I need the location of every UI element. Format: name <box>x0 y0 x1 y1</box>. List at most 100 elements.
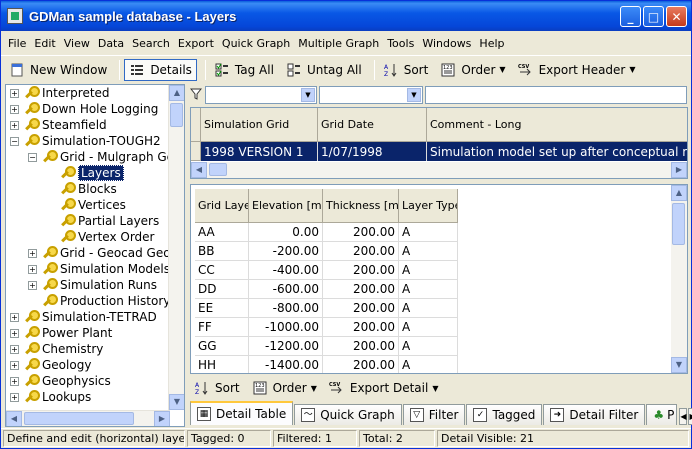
minimize-button[interactable]: _ <box>620 6 641 27</box>
scroll-up-arrow[interactable]: ▲ <box>169 85 184 101</box>
expand-icon[interactable]: + <box>10 120 19 130</box>
table-cell[interactable]: A <box>399 356 458 373</box>
tree-item[interactable]: Blocks <box>46 181 117 197</box>
scroll-left-arrow[interactable]: ◀ <box>191 162 207 178</box>
scroll-thumb[interactable] <box>170 103 183 127</box>
scroll-thumb[interactable] <box>24 412 134 425</box>
untag-all-button[interactable]: Untag All <box>282 59 366 81</box>
table-cell[interactable]: -1200.00 <box>249 337 323 356</box>
tree-item[interactable]: + Simulation-TETRAD <box>10 309 157 325</box>
scroll-down-arrow[interactable]: ▼ <box>169 394 184 410</box>
tree-item[interactable]: + Down Hole Logging <box>10 101 158 117</box>
table-cell[interactable]: 200.00 <box>323 356 399 373</box>
table-cell[interactable]: CC <box>195 261 249 280</box>
tree-item[interactable]: − Simulation-TOUGH2 <box>10 133 161 149</box>
tree-item[interactable]: + Interpreted <box>10 85 110 101</box>
table-row[interactable]: FF -1000.00 200.00 A <box>195 318 458 337</box>
expand-icon[interactable]: + <box>10 344 19 354</box>
menu-search[interactable]: Search <box>129 37 173 50</box>
tab-p[interactable]: ♣ P <box>646 404 678 425</box>
table-cell[interactable]: A <box>399 318 458 337</box>
tab-scroll-right[interactable]: ▶ <box>688 408 692 425</box>
maximize-button[interactable]: □ <box>643 6 664 27</box>
menu-quick-graph[interactable]: Quick Graph <box>219 37 293 50</box>
menu-edit[interactable]: Edit <box>31 37 58 50</box>
tree-item[interactable]: + Lookups <box>10 389 91 405</box>
tab-detail-table[interactable]: ▦ Detail Table <box>190 401 294 425</box>
table-cell[interactable]: -400.00 <box>249 261 323 280</box>
table-cell[interactable]: 0.00 <box>249 223 323 242</box>
expand-icon[interactable]: + <box>10 312 19 322</box>
chevron-down-icon[interactable]: ▼ <box>301 88 315 102</box>
tab-quick-graph[interactable]: 〜 Quick Graph <box>294 404 402 425</box>
collapse-icon[interactable]: − <box>28 152 37 162</box>
menu-data[interactable]: Data <box>95 37 127 50</box>
expand-icon[interactable]: + <box>28 280 37 290</box>
table-cell[interactable]: 1998 VERSION 1 <box>201 142 318 161</box>
tab-scroll-left[interactable]: ◀ <box>679 408 688 425</box>
column-header[interactable]: Grid Layer <box>195 189 249 223</box>
table-row[interactable]: CC -400.00 200.00 A <box>195 261 458 280</box>
tree-item[interactable]: − Grid - Mulgraph Ge <box>28 149 170 165</box>
tree-item[interactable]: + Steamfield <box>10 117 107 133</box>
table-cell[interactable]: -1400.00 <box>249 356 323 373</box>
tree-item[interactable]: Vertex Order <box>46 229 155 245</box>
table-cell[interactable]: 200.00 <box>323 337 399 356</box>
table-row[interactable]: 1998 VERSION 1 1/07/1998 Simulation mode… <box>191 142 687 161</box>
detail-vertical-scrollbar[interactable]: ▲ ▼ <box>671 185 687 373</box>
scroll-left-arrow[interactable]: ◀ <box>6 411 22 426</box>
expand-icon[interactable]: + <box>28 264 37 274</box>
column-header[interactable]: Thickness [m] <box>323 189 399 223</box>
tree-item[interactable]: Production History <box>28 293 170 309</box>
expand-icon[interactable]: + <box>10 360 19 370</box>
navigation-tree[interactable]: + Interpreted + Down Hole Logging + Steamfiel… <box>5 84 185 427</box>
detail-order-button[interactable]: 123 Order ▼ <box>248 377 321 399</box>
menu-multiple-graph[interactable]: Multiple Graph <box>295 37 382 50</box>
table-row[interactable]: GG -1200.00 200.00 A <box>195 337 458 356</box>
chevron-down-icon[interactable]: ▼ <box>407 88 421 102</box>
column-header[interactable]: Simulation Grid <box>201 108 318 142</box>
column-header[interactable]: Comment - Long <box>427 108 687 142</box>
master-horizontal-scrollbar[interactable]: ◀ ▶ <box>191 162 687 178</box>
menu-view[interactable]: View <box>61 37 93 50</box>
tree-vertical-scrollbar[interactable]: ▲ ▼ <box>168 85 184 410</box>
table-cell[interactable]: 200.00 <box>323 280 399 299</box>
table-cell[interactable]: A <box>399 299 458 318</box>
table-cell[interactable]: BB <box>195 242 249 261</box>
export-detail-button[interactable]: CSV Export Detail ▼ <box>325 377 443 399</box>
filter-combo-comment[interactable] <box>425 86 687 104</box>
table-row[interactable]: EE -800.00 200.00 A <box>195 299 458 318</box>
table-cell[interactable]: HH <box>195 356 249 373</box>
tree-item[interactable]: Partial Layers <box>46 213 159 229</box>
menu-help[interactable]: Help <box>476 37 507 50</box>
table-cell[interactable]: A <box>399 337 458 356</box>
table-cell[interactable]: 1/07/1998 <box>318 142 427 161</box>
expand-icon[interactable]: + <box>10 104 19 114</box>
menu-file[interactable]: File <box>5 37 29 50</box>
table-cell[interactable]: -600.00 <box>249 280 323 299</box>
tree-item[interactable]: + Simulation Models <box>28 261 170 277</box>
tree-item[interactable]: + Grid - Geocad Geor <box>28 245 170 261</box>
scroll-up-arrow[interactable]: ▲ <box>671 185 687 201</box>
table-row[interactable]: DD -600.00 200.00 A <box>195 280 458 299</box>
tab-tagged[interactable]: ✓ Tagged <box>466 404 543 425</box>
master-grid[interactable]: Simulation Grid Grid Date Comment - Long… <box>190 107 688 179</box>
collapse-icon[interactable]: − <box>10 136 19 146</box>
tag-all-button[interactable]: Tag All <box>210 59 278 81</box>
column-header[interactable]: Elevation [m] <box>249 189 323 223</box>
table-cell[interactable]: 200.00 <box>323 223 399 242</box>
table-cell[interactable]: -1000.00 <box>249 318 323 337</box>
tab-filter[interactable]: ▽ Filter <box>402 404 466 425</box>
tree-item[interactable]: Vertices <box>46 197 126 213</box>
table-cell[interactable]: AA <box>195 223 249 242</box>
table-cell[interactable]: 200.00 <box>323 299 399 318</box>
sort-button[interactable]: AZ Sort <box>379 59 433 81</box>
expand-icon[interactable]: + <box>28 248 37 258</box>
tree-horizontal-scrollbar[interactable]: ◀ ▶ <box>6 410 170 426</box>
expand-icon[interactable]: + <box>10 88 19 98</box>
menu-export[interactable]: Export <box>175 37 217 50</box>
expand-icon[interactable]: + <box>10 392 19 402</box>
table-cell[interactable]: GG <box>195 337 249 356</box>
table-cell[interactable]: Simulation model set up after conceptual… <box>427 142 687 161</box>
menu-windows[interactable]: Windows <box>419 37 474 50</box>
